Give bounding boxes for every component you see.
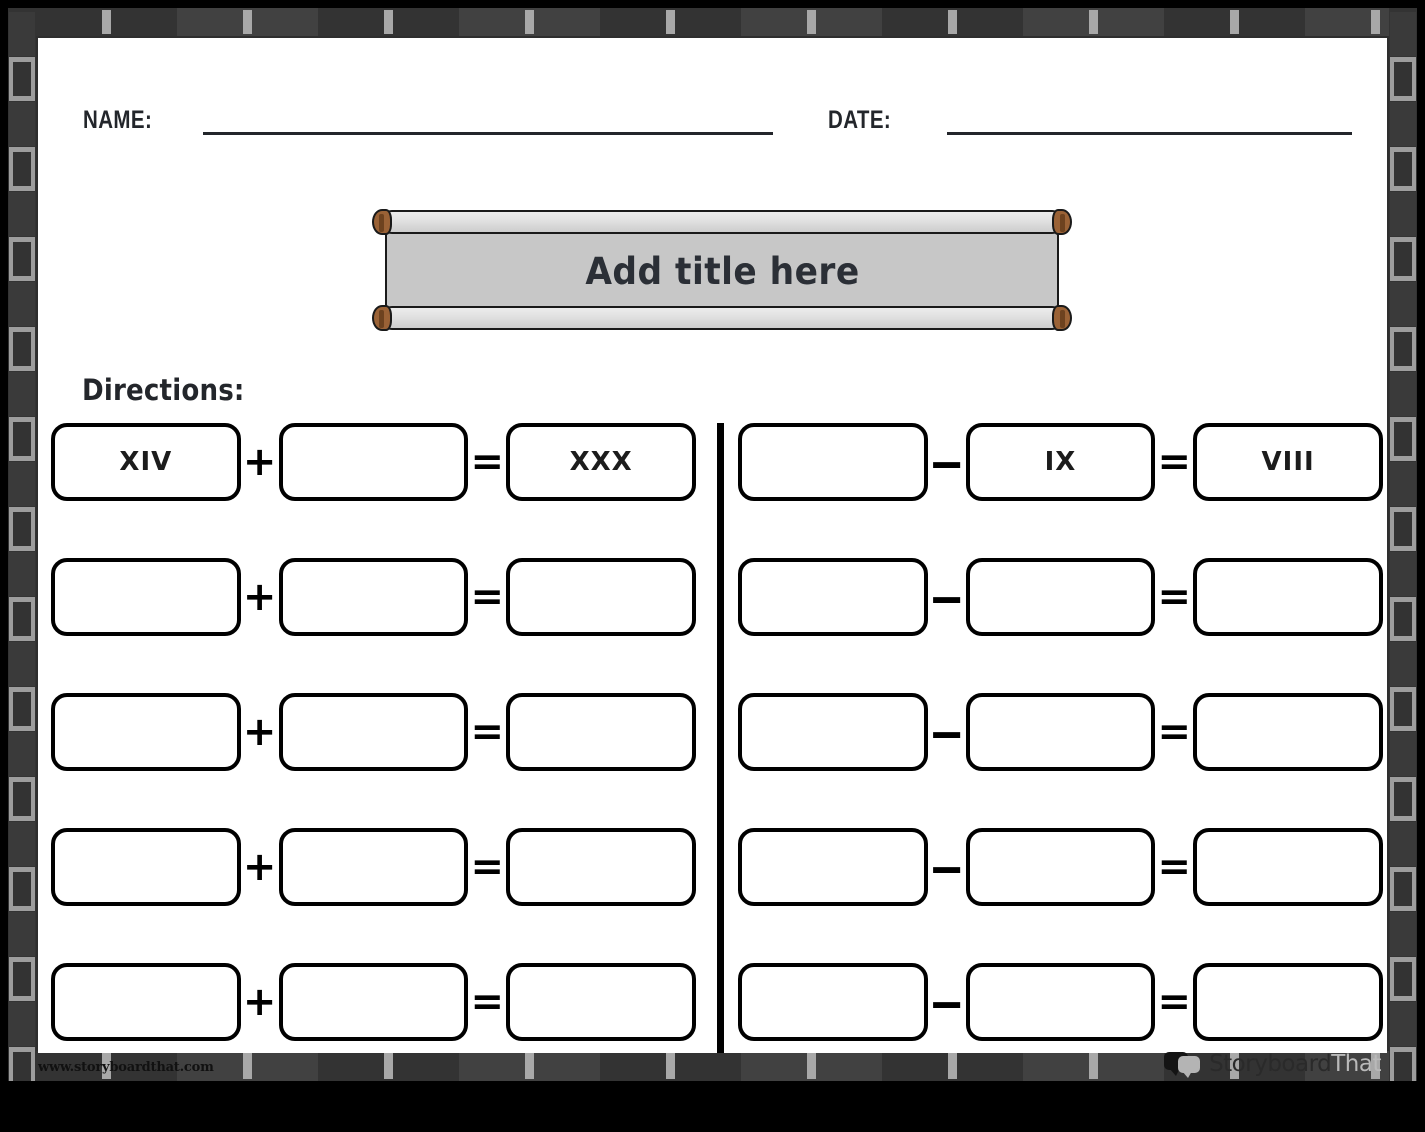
worksheet-title[interactable]: Add title here: [585, 250, 859, 293]
operand-b-box[interactable]: [278, 963, 469, 1041]
minus-operator-icon: ‒: [930, 570, 963, 624]
student-info-row: NAME: DATE:: [38, 38, 1387, 148]
equals-operator-icon: =: [1157, 979, 1192, 1025]
equation-row: + =: [51, 828, 696, 906]
plus-operator-icon: +: [242, 574, 277, 620]
name-input-line[interactable]: [203, 132, 774, 135]
title-scroll-banner[interactable]: Add title here: [372, 209, 1072, 331]
storyboardthat-logo[interactable]: StoryboardThat: [1164, 1051, 1381, 1078]
film-strip-frame: NAME: DATE: Add title here Directions: X…: [8, 8, 1417, 1081]
minus-operator-icon: ‒: [930, 435, 963, 489]
equation-row: ‒ =: [738, 963, 1383, 1041]
operand-b-box[interactable]: [965, 828, 1156, 906]
operand-a-box[interactable]: [738, 558, 928, 636]
name-field[interactable]: NAME:: [83, 106, 774, 135]
operand-a-box[interactable]: [51, 828, 241, 906]
column-divider: [717, 423, 724, 1053]
operand-a-box[interactable]: [738, 963, 928, 1041]
logo-wordmark: StoryboardThat: [1209, 1051, 1381, 1077]
minus-operator-icon: ‒: [930, 840, 963, 894]
result-box[interactable]: [1193, 558, 1383, 636]
worksheet-paper: NAME: DATE: Add title here Directions: X…: [38, 38, 1387, 1053]
problem-grid: XIV + = XXX + = + = + = + = ‒ IX = VIII ‒ = ‒ = ‒ = ‒ =: [38, 423, 1387, 1053]
speech-bubble-icon: [1164, 1051, 1204, 1078]
date-label: DATE:: [828, 106, 892, 134]
result-box[interactable]: [1193, 963, 1383, 1041]
equals-operator-icon: =: [470, 709, 505, 755]
scroll-knob-top-left: [372, 209, 392, 235]
result-box[interactable]: [506, 693, 696, 771]
equals-operator-icon: =: [1157, 844, 1192, 890]
equation-row: ‒ =: [738, 558, 1383, 636]
plus-operator-icon: +: [242, 709, 277, 755]
equals-operator-icon: =: [1157, 709, 1192, 755]
plus-operator-icon: +: [242, 844, 277, 890]
equals-operator-icon: =: [470, 439, 505, 485]
operand-a-box[interactable]: [51, 693, 241, 771]
operand-a-box[interactable]: [51, 558, 241, 636]
result-box[interactable]: [1193, 693, 1383, 771]
operand-b-box[interactable]: [965, 558, 1156, 636]
operand-b-box[interactable]: [278, 693, 469, 771]
operand-a-box[interactable]: XIV: [51, 423, 241, 501]
date-field[interactable]: DATE:: [828, 106, 1353, 135]
operand-b-box[interactable]: IX: [965, 423, 1156, 501]
scroll-knob-bottom-left: [372, 305, 392, 331]
operand-b-box[interactable]: [278, 558, 469, 636]
film-border-left: [8, 8, 36, 1081]
plus-operator-icon: +: [242, 979, 277, 1025]
equation-row: XIV + = XXX: [51, 423, 696, 501]
operand-a-box[interactable]: [738, 423, 928, 501]
equation-row: + =: [51, 693, 696, 771]
result-box[interactable]: [506, 963, 696, 1041]
date-input-line[interactable]: [947, 132, 1353, 135]
equals-operator-icon: =: [1157, 574, 1192, 620]
footer-url[interactable]: www.storyboardthat.com: [38, 1060, 214, 1075]
result-box[interactable]: [506, 558, 696, 636]
result-box[interactable]: [1193, 828, 1383, 906]
equals-operator-icon: =: [470, 979, 505, 1025]
scroll-body: Add title here: [385, 232, 1059, 310]
equals-operator-icon: =: [470, 844, 505, 890]
scroll-knob-bottom-right: [1052, 305, 1072, 331]
operand-a-box[interactable]: [738, 828, 928, 906]
result-box[interactable]: VIII: [1193, 423, 1383, 501]
equation-row: ‒ =: [738, 693, 1383, 771]
minus-operator-icon: ‒: [930, 975, 963, 1029]
operand-b-box[interactable]: [965, 963, 1156, 1041]
equation-row: + =: [51, 963, 696, 1041]
plus-operator-icon: +: [242, 439, 277, 485]
logo-text-secondary: That: [1331, 1051, 1381, 1077]
operand-b-box[interactable]: [965, 693, 1156, 771]
operand-a-box[interactable]: [738, 693, 928, 771]
operand-b-box[interactable]: [278, 828, 469, 906]
equation-row: ‒ =: [738, 828, 1383, 906]
directions-label[interactable]: Directions:: [82, 373, 245, 407]
equals-operator-icon: =: [470, 574, 505, 620]
name-label: NAME:: [83, 106, 153, 134]
addition-column: XIV + = XXX + = + = + = + =: [51, 423, 696, 1053]
film-border-right: [1389, 8, 1417, 1081]
result-box[interactable]: [506, 828, 696, 906]
operand-b-box[interactable]: [278, 423, 469, 501]
worksheet-page: NAME: DATE: Add title here Directions: X…: [0, 0, 1425, 1132]
minus-operator-icon: ‒: [930, 705, 963, 759]
equation-row: + =: [51, 558, 696, 636]
equals-operator-icon: =: [1157, 439, 1192, 485]
scroll-knob-top-right: [1052, 209, 1072, 235]
result-box[interactable]: XXX: [506, 423, 696, 501]
equation-row: ‒ IX = VIII: [738, 423, 1383, 501]
operand-a-box[interactable]: [51, 963, 241, 1041]
film-border-top: [8, 8, 1417, 36]
scroll-rod-top: [380, 210, 1064, 234]
scroll-rod-bottom: [380, 306, 1064, 330]
subtraction-column: ‒ IX = VIII ‒ = ‒ = ‒ = ‒ =: [738, 423, 1383, 1053]
logo-text-primary: Storyboard: [1209, 1051, 1332, 1077]
